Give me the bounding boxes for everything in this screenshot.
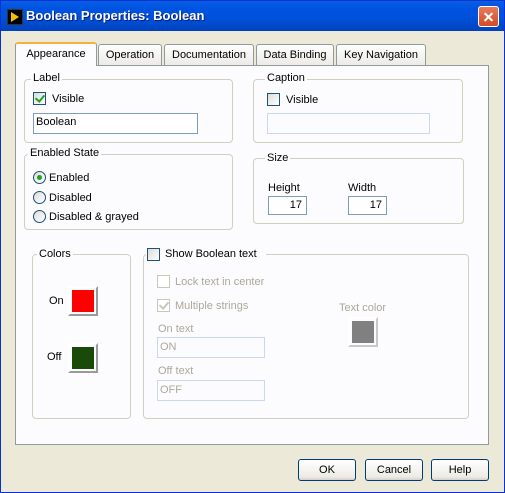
- on-text-label: On text: [158, 323, 194, 335]
- label-group-title: Label: [31, 72, 62, 85]
- radio-disabled-grayed-label: Disabled & grayed: [49, 211, 139, 223]
- radio-disabled[interactable]: [33, 191, 46, 204]
- on-text-field[interactable]: ON: [157, 337, 265, 358]
- label-visible-text: Visible: [52, 93, 85, 105]
- on-color-label: On: [49, 295, 64, 307]
- lock-text-checkbox[interactable]: [157, 275, 170, 288]
- width-field[interactable]: 17: [348, 196, 387, 215]
- on-color-swatch[interactable]: [68, 286, 98, 316]
- width-label: Width: [348, 182, 377, 194]
- window-title: Boolean Properties: Boolean: [26, 8, 205, 23]
- caption-visible-text: Visible: [286, 94, 319, 106]
- title-bar[interactable]: Boolean Properties: Boolean: [1, 1, 504, 31]
- multiple-strings-checkbox[interactable]: [157, 299, 170, 312]
- off-color-swatch[interactable]: [68, 343, 98, 373]
- off-color-label: Off: [47, 351, 62, 363]
- text-color-label: Text color: [339, 302, 387, 314]
- colors-group-title: Colors: [37, 248, 73, 261]
- radio-enabled-label: Enabled: [49, 172, 90, 184]
- colors-group: [32, 254, 131, 419]
- close-icon[interactable]: [478, 6, 499, 27]
- caption-text-field[interactable]: [267, 113, 430, 134]
- appearance-panel: Label Visible Boolean Caption Visible En…: [15, 65, 489, 445]
- text-color-fill: [352, 321, 374, 343]
- label-visible-checkbox[interactable]: [33, 92, 46, 105]
- off-text-field[interactable]: OFF: [157, 380, 265, 401]
- show-boolean-text-label: Show Boolean text: [165, 248, 259, 261]
- height-label: Height: [268, 182, 300, 194]
- radio-disabled-label: Disabled: [49, 192, 92, 204]
- multiple-strings-label: Multiple strings: [175, 300, 249, 312]
- help-button[interactable]: Help: [431, 459, 489, 481]
- label-text-field[interactable]: Boolean: [33, 113, 198, 134]
- lock-text-label: Lock text in center: [175, 276, 265, 288]
- show-boolean-text-checkbox[interactable]: [147, 248, 160, 261]
- enabled-state-title: Enabled State: [28, 147, 102, 160]
- tab-data-binding[interactable]: Data Binding: [256, 44, 334, 65]
- tab-documentation[interactable]: Documentation: [164, 44, 254, 65]
- on-color-fill: [72, 290, 94, 312]
- radio-enabled[interactable]: [33, 171, 46, 184]
- text-color-swatch[interactable]: [348, 317, 378, 347]
- caption-visible-checkbox[interactable]: [267, 93, 280, 106]
- height-field[interactable]: 17: [268, 196, 307, 215]
- cancel-button[interactable]: Cancel: [365, 459, 423, 481]
- ok-button[interactable]: OK: [298, 459, 356, 481]
- tab-appearance[interactable]: Appearance: [15, 42, 97, 66]
- caption-group-title: Caption: [265, 72, 307, 85]
- app-icon: [7, 9, 23, 25]
- size-group-title: Size: [265, 152, 291, 165]
- off-color-fill: [72, 347, 94, 369]
- properties-dialog: Boolean Properties: Boolean Appearance O…: [0, 0, 505, 493]
- tab-key-navigation[interactable]: Key Navigation: [336, 44, 426, 65]
- tab-operation[interactable]: Operation: [98, 44, 162, 65]
- radio-disabled-grayed[interactable]: [33, 210, 46, 223]
- off-text-label: Off text: [158, 365, 194, 377]
